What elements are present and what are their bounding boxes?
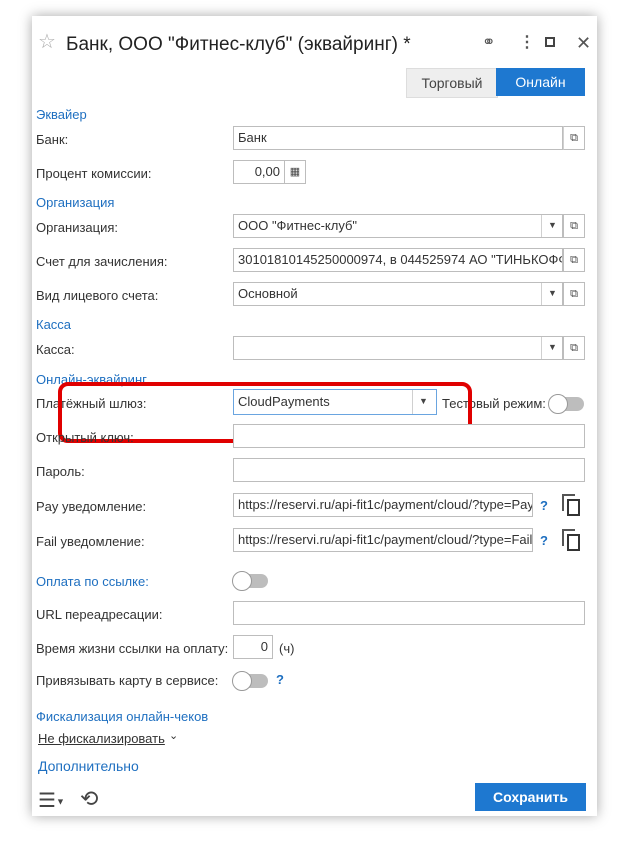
help-icon[interactable]: ? <box>276 672 284 687</box>
more-icon[interactable]: ⋮ <box>519 34 535 52</box>
open-account-icon[interactable]: ⧉ <box>563 248 585 272</box>
account-select[interactable]: 30101810145250000974, в 044525974 АО "ТИ… <box>233 248 563 272</box>
close-icon[interactable]: ✕ <box>576 34 591 52</box>
chevron-down-icon[interactable]: ▼ <box>541 215 562 237</box>
bind-card-label: Привязывать карту в сервисе: <box>36 673 219 688</box>
save-button[interactable]: Сохранить <box>475 783 586 811</box>
chevron-down-icon[interactable]: ⌄ <box>169 729 178 742</box>
commission-value: 0,00 <box>254 164 280 179</box>
commission-label: Процент комиссии: <box>36 166 152 181</box>
bank-value: Банк <box>238 130 267 145</box>
bank-label: Банк: <box>36 132 69 147</box>
help-icon[interactable]: ? <box>540 498 548 513</box>
pay-notify-label: Pay уведомление: <box>36 499 147 514</box>
fail-notify-value: https://reservi.ru/api-fit1c/payment/clo… <box>238 532 533 547</box>
copy-icon[interactable] <box>562 529 582 553</box>
section-acquirer: Эквайер <box>36 107 87 122</box>
chevron-down-icon[interactable]: ▼ <box>541 283 562 305</box>
section-link-payment: Оплата по ссылке: <box>36 574 149 589</box>
personal-account-value: Основной <box>238 286 298 301</box>
personal-account-select[interactable]: Основной ▼ <box>233 282 563 306</box>
pay-notify-value: https://reservi.ru/api-fit1c/payment/clo… <box>238 497 533 512</box>
org-label: Организация: <box>36 220 119 235</box>
ttl-unit: (ч) <box>279 641 295 656</box>
fiscal-select[interactable]: Не фискализировать <box>38 731 165 746</box>
password-input[interactable] <box>233 458 585 482</box>
link-payment-toggle[interactable] <box>232 571 268 591</box>
section-fiscal: Фискализация онлайн-чеков <box>36 709 209 724</box>
org-select[interactable]: ООО "Фитнес-клуб" ▼ <box>233 214 563 238</box>
link-icon[interactable]: ⚭ <box>482 34 495 52</box>
account-value: 30101810145250000974, в 044525974 АО "ТИ… <box>238 252 563 267</box>
calculator-icon[interactable]: ▦ <box>284 160 306 184</box>
bank-field[interactable]: Банк <box>233 126 563 150</box>
personal-account-label: Вид лицевого счета: <box>36 288 159 303</box>
window-title: Банк, ООО "Фитнес-клуб" (эквайринг) * <box>66 34 411 55</box>
test-mode-toggle[interactable] <box>548 394 584 414</box>
section-organization: Организация <box>36 195 115 210</box>
open-personal-icon[interactable]: ⧉ <box>563 282 585 306</box>
pay-notify-input[interactable]: https://reservi.ru/api-fit1c/payment/clo… <box>233 493 533 517</box>
account-label: Счет для зачисления: <box>36 254 168 269</box>
public-key-input[interactable] <box>233 424 585 448</box>
open-org-icon[interactable]: ⧉ <box>563 214 585 238</box>
form-window: ☆ Банк, ООО "Фитнес-клуб" (эквайринг) * … <box>32 16 597 816</box>
ttl-input[interactable]: 0 <box>233 635 273 659</box>
ttl-label: Время жизни ссылки на оплату: <box>36 641 229 656</box>
commission-input[interactable]: 0,00 <box>233 160 285 184</box>
org-value: ООО "Фитнес-клуб" <box>238 218 358 233</box>
history-icon[interactable]: ⟲ <box>80 786 98 812</box>
help-icon[interactable]: ? <box>540 533 548 548</box>
password-label: Пароль: <box>36 464 85 479</box>
fail-notify-label: Fail уведомление: <box>36 534 145 549</box>
bind-card-toggle[interactable] <box>232 671 268 691</box>
section-extra[interactable]: Дополнительно <box>38 758 139 774</box>
open-bank-icon[interactable]: ⧉ <box>563 126 585 150</box>
menu-icon[interactable]: ☰▼ <box>38 788 65 813</box>
section-cash: Касса <box>36 317 72 332</box>
cash-label: Касса: <box>36 342 75 357</box>
tab-trade[interactable]: Торговый <box>406 68 498 98</box>
cash-select[interactable]: ▼ <box>233 336 563 360</box>
star-icon[interactable]: ☆ <box>38 32 56 52</box>
maximize-icon[interactable] <box>545 34 555 52</box>
tab-online[interactable]: Онлайн <box>496 68 585 96</box>
ttl-value: 0 <box>260 639 268 654</box>
public-key-label: Открытый ключ: <box>36 430 134 445</box>
chevron-down-icon[interactable]: ▼ <box>541 337 562 359</box>
fail-notify-input[interactable]: https://reservi.ru/api-fit1c/payment/clo… <box>233 528 533 552</box>
copy-icon[interactable] <box>562 494 582 518</box>
open-cash-icon[interactable]: ⧉ <box>563 336 585 360</box>
redirect-label: URL переадресации: <box>36 607 163 622</box>
redirect-input[interactable] <box>233 601 585 625</box>
title-bar: ☆ Банк, ООО "Фитнес-клуб" (эквайринг) * … <box>32 16 597 64</box>
